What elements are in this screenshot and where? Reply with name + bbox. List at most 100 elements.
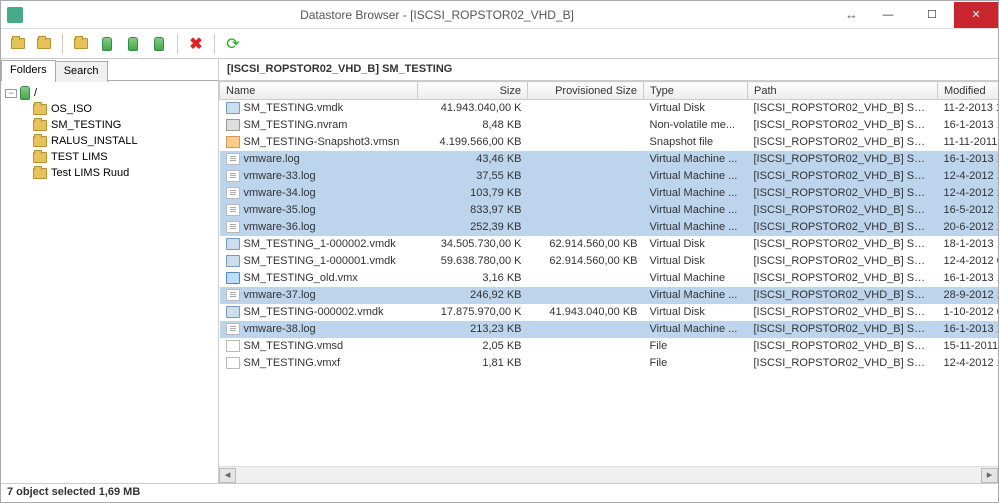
cell-name: SM_TESTING.vmdk [244,102,344,114]
datastore-button-1[interactable] [96,33,118,55]
cell-type: Non-volatile me... [644,117,748,134]
cell-provisioned [528,338,644,355]
up-folder-button[interactable] [33,33,55,55]
refresh-button[interactable]: ⟳ [222,33,244,55]
folder-button[interactable] [70,33,92,55]
datastore-icon [154,37,164,51]
table-row[interactable]: vmware-33.log37,55 KBVirtual Machine ...… [220,168,999,185]
table-row[interactable]: vmware.log43,46 KBVirtual Machine ...[IS… [220,151,999,168]
folder-icon [33,120,47,131]
cell-type: Virtual Disk [644,100,748,117]
table-row[interactable]: vmware-36.log252,39 KBVirtual Machine ..… [220,219,999,236]
delete-button[interactable]: ✖ [185,33,207,55]
tree-item-label: SM_TESTING [51,119,121,131]
tree-item[interactable]: Test LIMS Ruud [5,165,214,181]
cell-path: [ISCSI_ROPSTOR02_VHD_B] SM_T... [748,219,938,236]
col-size[interactable]: Size [418,82,528,100]
cell-type: Snapshot file [644,134,748,151]
tree-item[interactable]: RALUS_INSTALL [5,133,214,149]
table-row[interactable]: SM_TESTING.nvram 8,48 KB Non-volatile me..… [220,117,999,134]
scroll-left-icon[interactable]: ◂ [219,468,236,483]
cell-size: 43,46 KB [418,151,528,168]
cell-provisioned [528,270,644,287]
horizontal-scrollbar[interactable]: ◂ ▸ [219,466,998,483]
tree-item[interactable]: TEST LIMS [5,149,214,165]
collapse-icon[interactable]: − [5,89,17,98]
cell-type: Virtual Machine [644,270,748,287]
cell-type: Virtual Machine ... [644,168,748,185]
minimize-button[interactable]: — [866,2,910,28]
cell-provisioned [528,355,644,372]
cell-path: [ISCSI_ROPSTOR02_VHD_B] SM_T... [748,355,938,372]
cell-modified: 16-1-2013 15:5 [938,117,999,134]
new-folder-button[interactable] [7,33,29,55]
table-row[interactable]: SM_TESTING_old.vmx3,16 KBVirtual Machine… [220,270,999,287]
table-row[interactable]: SM_TESTING.vmxf1,81 KBFile[ISCSI_ROPSTOR… [220,355,999,372]
col-path[interactable]: Path [748,82,938,100]
table-row[interactable]: vmware-34.log103,79 KBVirtual Machine ..… [220,185,999,202]
folder-icon [33,152,47,163]
cell-name: vmware-34.log [244,187,316,199]
table-row[interactable]: SM_TESTING_1-000002.vmdk34.505.730,00 K6… [220,236,999,253]
datastore-icon [102,37,112,51]
folder-tree[interactable]: − / OS_ISO SM_TESTING RALUS_INSTALL TEST LI… [1,81,218,483]
vmx-icon [226,272,240,284]
cell-modified: 18-1-2013 14:5 [938,236,999,253]
cell-modified: 11-11-2011 16: [938,134,999,151]
close-button[interactable]: ✕ [954,2,998,28]
app-icon [7,7,23,23]
tree-item-label: TEST LIMS [51,151,108,163]
maximize-button[interactable]: ☐ [910,2,954,28]
col-modified[interactable]: Modified [938,82,999,100]
cell-size: 8,48 KB [418,117,528,134]
table-row[interactable]: SM_TESTING-000002.vmdk17.875.970,00 K41.… [220,304,999,321]
tree-item[interactable]: SM_TESTING [5,117,214,133]
table-row[interactable]: vmware-38.log213,23 KBVirtual Machine ..… [220,321,999,338]
cell-path: [ISCSI_ROPSTOR02_VHD_B] SM_T... [748,287,938,304]
datastore-button-2[interactable] [122,33,144,55]
table-row[interactable]: SM_TESTING.vmsd2,05 KBFile[ISCSI_ROPSTOR… [220,338,999,355]
cell-size: 4.199.566,00 KB [418,134,528,151]
table-row[interactable]: vmware-35.log833,97 KBVirtual Machine ..… [220,202,999,219]
cell-size: 1,81 KB [418,355,528,372]
col-provisioned[interactable]: Provisioned Size [528,82,644,100]
cell-path: [ISCSI_ROPSTOR02_VHD_B] SM_T... [748,134,938,151]
cell-path: [ISCSI_ROPSTOR02_VHD_B] SM_T... [748,270,938,287]
cell-type: Virtual Machine ... [644,219,748,236]
cell-size: 833,97 KB [418,202,528,219]
cell-provisioned [528,185,644,202]
datastore-icon [20,86,30,100]
cell-provisioned [528,100,644,117]
table-row[interactable]: vmware-37.log246,92 KBVirtual Machine ..… [220,287,999,304]
scroll-right-icon[interactable]: ▸ [981,468,998,483]
cell-name: vmware-33.log [244,170,316,182]
cell-name: vmware-37.log [244,289,316,301]
tree-item[interactable]: OS_ISO [5,101,214,117]
cell-name: SM_TESTING-Snapshot3.vmsn [244,136,400,148]
file-list[interactable]: Name Size Provisioned Size Type Path Mod… [219,81,998,466]
snap-icon [226,136,240,148]
table-row[interactable]: SM_TESTING.vmdk41.943.040,00 KVirtual Di… [220,100,999,117]
cell-modified: 16-1-2013 17:2 [938,151,999,168]
table-row[interactable]: SM_TESTING-Snapshot3.vmsn 4.199.566,00 KB… [220,134,999,151]
cell-name: vmware-36.log [244,221,316,233]
cell-name: vmware.log [244,153,300,165]
col-name[interactable]: Name [220,82,418,100]
cell-name: SM_TESTING.nvram [244,119,348,131]
window-title: Datastore Browser - [ISCSI_ROPSTOR02_VHD… [29,8,845,22]
table-row[interactable]: SM_TESTING_1-000001.vmdk59.638.780,00 K6… [220,253,999,270]
tree-root[interactable]: − / [5,85,214,101]
col-type[interactable]: Type [644,82,748,100]
cell-path: [ISCSI_ROPSTOR02_VHD_B] SM_T... [748,236,938,253]
cell-type: Virtual Machine ... [644,151,748,168]
cell-provisioned [528,134,644,151]
datastore-button-3[interactable] [148,33,170,55]
cell-size: 3,16 KB [418,270,528,287]
cell-modified: 1-10-2012 07:4 [938,304,999,321]
folder-icon [33,104,47,115]
cell-name: SM_TESTING-000002.vmdk [244,306,384,318]
tab-search[interactable]: Search [55,61,108,82]
cell-type: Virtual Machine ... [644,321,748,338]
refresh-icon: ⟳ [226,34,239,54]
tab-folders[interactable]: Folders [1,60,56,81]
